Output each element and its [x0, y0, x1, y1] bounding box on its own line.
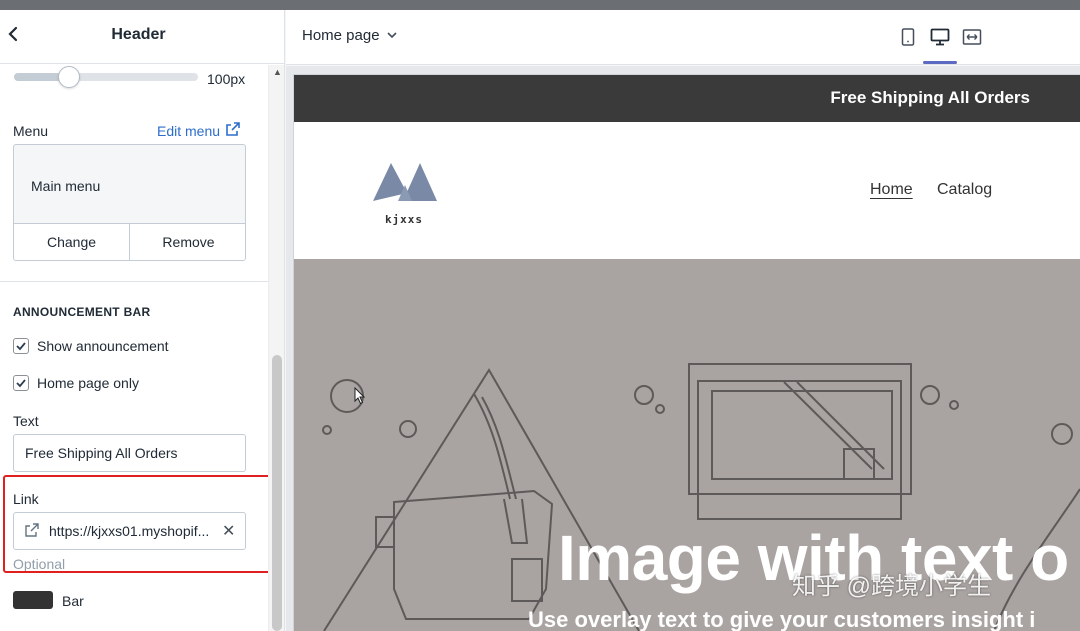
editor-toolbar: Home page [286, 10, 1080, 65]
sidebar-header: Header [0, 10, 284, 64]
preview-frame: Free Shipping All Orders kjxxs Home Cata… [294, 75, 1080, 631]
link-optional-hint: Optional [13, 556, 66, 572]
link-field-label: Link [13, 491, 39, 507]
announcement-bar-text: Free Shipping All Orders [830, 88, 1030, 107]
watermark-text: 知乎 @跨境小学生 [792, 573, 992, 600]
scrollbar-thumb[interactable] [272, 355, 282, 631]
desktop-icon[interactable] [925, 24, 955, 50]
bar-color-label: Bar [62, 593, 84, 609]
announcement-bar-heading: ANNOUNCEMENT BAR [13, 305, 151, 319]
scroll-up-icon[interactable]: ▲ [273, 67, 282, 77]
chevron-down-icon [386, 27, 398, 44]
checkbox-checked-icon[interactable] [13, 375, 29, 391]
top-strip [0, 0, 1080, 10]
change-menu-button[interactable]: Change [14, 223, 130, 260]
theme-editor-sidebar: Header 100px Menu Edit menu Main menu Ch… [0, 10, 285, 631]
store-logo[interactable]: kjxxs [372, 157, 438, 227]
nav-link-home[interactable]: Home [870, 181, 913, 199]
sidebar-title: Header [111, 26, 166, 43]
menu-label: Menu [13, 123, 49, 139]
menu-picker: Main menu Change Remove [13, 144, 246, 261]
bar-color-swatch[interactable] [13, 591, 53, 609]
logo-width-value: 100px [207, 71, 246, 87]
hero-subtitle: Use overlay text to give your customers … [528, 607, 1036, 631]
checkbox-checked-icon[interactable] [13, 338, 29, 354]
edit-menu-link[interactable]: Edit menu [157, 122, 240, 139]
link-value: https://kjxxs01.myshopif... [49, 523, 210, 539]
sidebar-scrollbar[interactable]: ▲ [268, 65, 284, 631]
announcement-bar[interactable]: Free Shipping All Orders [294, 75, 1080, 122]
logo-mountains-icon [373, 163, 437, 201]
fullscreen-icon[interactable] [957, 24, 987, 50]
logo-width-slider[interactable] [14, 66, 198, 88]
clear-link-icon[interactable]: ✕ [222, 521, 235, 541]
announcement-text-input[interactable] [13, 434, 246, 472]
selected-menu-name: Main menu [31, 178, 101, 194]
watermark: 知乎 @跨境小学生 [792, 566, 991, 601]
page-selector[interactable]: Home page [302, 27, 398, 44]
announcement-link-input[interactable]: https://kjxxs01.myshopif... ✕ [13, 512, 246, 550]
edit-menu-label: Edit menu [157, 122, 221, 139]
show-announcement-checkbox[interactable]: Show announcement [13, 338, 169, 354]
home-page-only-checkbox[interactable]: Home page only [13, 375, 139, 391]
store-preview: Free Shipping All Orders kjxxs Home Cata… [286, 66, 1080, 631]
remove-menu-button[interactable]: Remove [130, 223, 245, 260]
page-selector-label: Home page [302, 27, 380, 44]
sidebar-settings: 100px Menu Edit menu Main menu Change Re… [0, 65, 268, 631]
mobile-icon[interactable] [893, 24, 923, 50]
show-announcement-label: Show announcement [37, 338, 169, 354]
mouse-cursor-icon [354, 386, 366, 410]
external-link-icon [226, 122, 240, 139]
active-device-indicator [923, 61, 957, 64]
slider-thumb[interactable] [58, 66, 80, 88]
external-link-icon [25, 523, 39, 540]
section-divider [0, 281, 268, 282]
home-page-only-label: Home page only [37, 375, 139, 391]
text-field-label: Text [13, 413, 39, 429]
logo-text: kjxxs [384, 213, 424, 226]
store-header: kjxxs Home Catalog [294, 122, 1080, 259]
nav-link-catalog[interactable]: Catalog [937, 181, 992, 199]
